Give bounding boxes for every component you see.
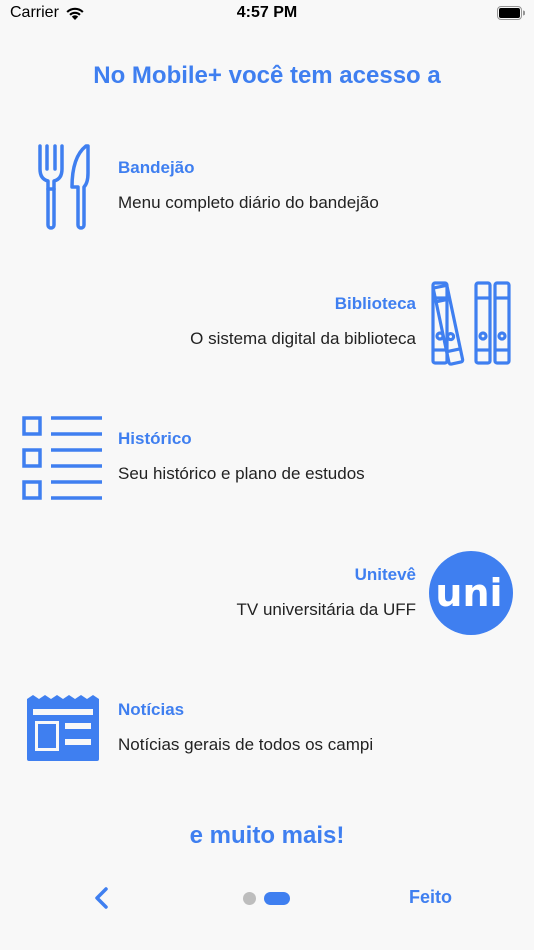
books-icon: [431, 281, 511, 366]
feature-item-uniteve: uni Unitevê TV universitária da UFF: [0, 551, 534, 645]
checklist-icon: [22, 416, 102, 500]
feature-title: Notícias: [118, 700, 185, 719]
back-button[interactable]: [90, 884, 114, 912]
feature-title: Biblioteca: [334, 294, 416, 313]
chevron-left-icon: [95, 887, 108, 909]
feature-description: Seu histórico e plano de estudos: [118, 464, 365, 483]
feature-description: Notícias gerais de todos os campi: [118, 735, 374, 754]
page-dot-2-active[interactable]: [264, 891, 290, 905]
feature-title: Bandejão: [118, 158, 195, 177]
uni-logo: uni: [429, 551, 513, 635]
uni-logo-text: uni: [435, 571, 502, 615]
feature-item-historico: Histórico Seu histórico e plano de estud…: [0, 416, 534, 509]
feature-item-biblioteca: Biblioteca O sistema digital da bibliote…: [0, 281, 534, 374]
feature-item-noticias: Notícias Notícias gerais de todos os cam…: [0, 695, 534, 780]
feature-title: Histórico: [118, 429, 192, 448]
newspaper-icon: [27, 695, 99, 761]
battery-icon: [497, 6, 525, 20]
status-bar: Carrier 4:57 PM: [0, 0, 534, 30]
feature-description: TV universitária da UFF: [236, 600, 417, 619]
fork-knife-icon: [38, 144, 90, 230]
page-indicator[interactable]: [243, 891, 290, 905]
page-title: No Mobile+ você tem acesso a: [93, 62, 441, 89]
more-features-text: e muito mais!: [189, 822, 345, 849]
page-dot-1[interactable]: [243, 891, 256, 905]
done-button[interactable]: Feito: [409, 887, 452, 908]
feature-item-bandejao: Bandejão Menu completo diário do bandejã…: [0, 144, 534, 238]
onboarding-screen: Carrier 4:57 PM No Mobile+ você tem aces…: [0, 0, 534, 950]
feature-title: Unitevê: [354, 565, 416, 584]
status-time: 4:57 PM: [236, 4, 298, 21]
feature-description: O sistema digital da biblioteca: [190, 329, 416, 348]
feature-description: Menu completo diário do bandejão: [118, 193, 379, 212]
